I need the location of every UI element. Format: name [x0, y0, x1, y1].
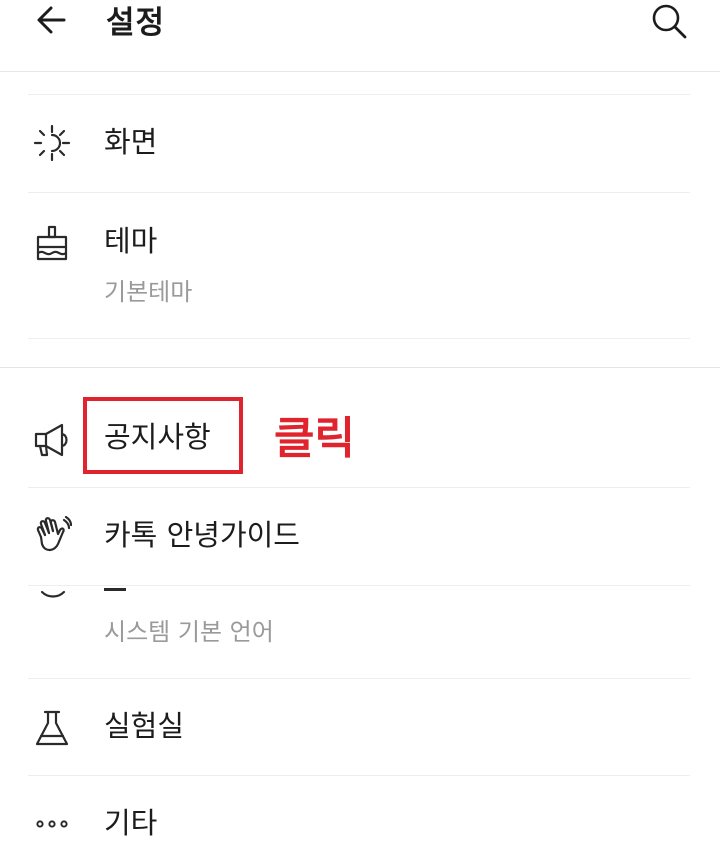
- click-annotation: 클릭: [274, 413, 355, 464]
- settings-item-label: 테마: [104, 224, 158, 258]
- divider: [28, 338, 690, 339]
- more-dots-icon: [36, 820, 68, 828]
- settings-item-theme[interactable]: 테마 기본테마: [0, 193, 720, 337]
- settings-item-label: 화면: [104, 125, 158, 159]
- brightness-icon: [33, 124, 71, 162]
- flask-icon: [35, 710, 69, 746]
- megaphone-icon: [34, 423, 68, 457]
- settings-item-guide[interactable]: 카톡 안녕가이드: [0, 488, 720, 584]
- settings-item-label: 기타: [104, 806, 158, 840]
- page-title: 설정: [106, 5, 166, 41]
- settings-item-display[interactable]: 화면: [0, 95, 720, 191]
- top-app-bar: 설정: [0, 0, 720, 72]
- section-divider: [0, 367, 720, 368]
- settings-item-sublabel: 기본테마: [104, 278, 193, 306]
- highlight-box: [83, 397, 243, 474]
- search-icon[interactable]: [650, 2, 688, 40]
- paint-brush-icon: [36, 225, 68, 261]
- settings-item-label: 실험실: [104, 709, 185, 743]
- arrow-left-icon[interactable]: [34, 2, 70, 38]
- settings-item-label: 카톡 안녕가이드: [104, 518, 300, 552]
- settings-item-language[interactable]: 시스템 기본 언어: [0, 586, 720, 677]
- waving-hand-icon: [36, 516, 72, 552]
- truncated-label: [104, 588, 132, 598]
- settings-item-etc[interactable]: 기타: [0, 776, 720, 845]
- settings-item-lab[interactable]: 실험실: [0, 679, 720, 775]
- settings-item-sublabel: 시스템 기본 언어: [104, 618, 274, 646]
- globe-icon: [40, 590, 66, 598]
